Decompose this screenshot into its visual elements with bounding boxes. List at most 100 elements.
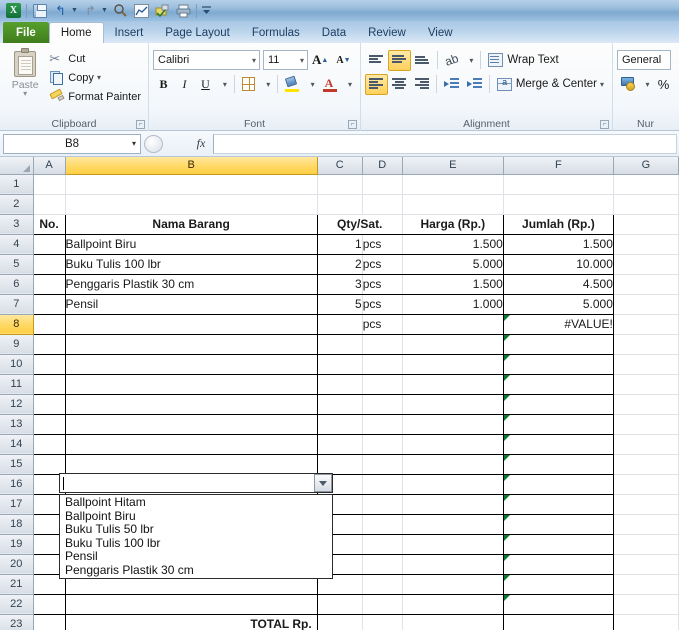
cell-a3-no-header[interactable]: No. [32, 213, 66, 235]
number-format-combo[interactable]: General [617, 50, 671, 70]
select-all-corner[interactable] [0, 157, 34, 175]
cell-c23[interactable] [317, 613, 363, 630]
tab-page-layout[interactable]: Page Layout [154, 22, 241, 43]
dropdown-option[interactable]: Buku Tulis 50 lbr [60, 522, 332, 537]
cell-b4[interactable]: Ballpoint Biru [65, 234, 318, 255]
column-header-g[interactable]: G [613, 157, 679, 175]
tab-data[interactable]: Data [311, 22, 357, 43]
tab-insert[interactable]: Insert [104, 22, 155, 43]
row-header-5[interactable]: 5 [0, 254, 34, 275]
orientation-button[interactable]: ab [441, 50, 462, 71]
cell-g8[interactable] [613, 314, 679, 335]
cell-g10[interactable] [613, 354, 679, 375]
align-center-button[interactable] [388, 74, 411, 95]
row-header-11[interactable]: 11 [0, 374, 34, 395]
cell-f22[interactable] [503, 594, 614, 615]
merge-center-button[interactable]: Merge & Center ▾ [493, 74, 608, 95]
cell-c22[interactable] [317, 594, 363, 615]
font-size-combo[interactable]: 11 ▾ [263, 50, 308, 70]
cell-e22[interactable] [401, 594, 504, 615]
orientation-dropdown[interactable]: ▾ [462, 50, 477, 71]
cell-d9[interactable] [362, 334, 403, 355]
cell-g18[interactable] [613, 514, 679, 535]
row-header-15[interactable]: 15 [0, 454, 34, 475]
cell-e17[interactable] [401, 494, 504, 515]
cancel-entry-button[interactable] [143, 134, 163, 153]
cell-e23[interactable] [401, 613, 504, 630]
cell-c13[interactable] [317, 414, 363, 435]
dropdown-option[interactable]: Pensil [60, 549, 332, 564]
cell-b7[interactable]: Pensil [65, 294, 318, 315]
row-header-22[interactable]: 22 [0, 594, 34, 615]
cell-f2[interactable] [503, 194, 614, 215]
italic-button[interactable]: I [174, 74, 195, 95]
column-header-c[interactable]: C [317, 157, 363, 175]
percent-style-button[interactable]: % [653, 74, 674, 95]
active-cell-editor[interactable] [59, 473, 333, 493]
cell-f12[interactable] [503, 394, 614, 415]
cell-cd3-qty-header[interactable]: Qty/Sat. [317, 213, 403, 235]
format-painter-button[interactable]: Format Painter [46, 87, 144, 106]
borders-button[interactable] [238, 74, 260, 95]
print-preview-icon[interactable] [110, 1, 131, 20]
cell-a23[interactable] [32, 613, 66, 630]
cell-a4[interactable] [32, 234, 66, 255]
enter-entry-button[interactable] [168, 135, 187, 153]
row-header-7[interactable]: 7 [0, 294, 34, 315]
cell-a10[interactable] [32, 354, 66, 375]
save-icon[interactable] [29, 1, 50, 20]
cell-b5[interactable]: Buku Tulis 100 lbr [65, 254, 318, 275]
cell-e8[interactable] [401, 314, 504, 335]
row-header-13[interactable]: 13 [0, 414, 34, 435]
cell-f14[interactable] [503, 434, 614, 455]
undo-icon[interactable]: ↰ [50, 1, 71, 20]
cell-g2[interactable] [613, 194, 679, 215]
cell-g21[interactable] [613, 574, 679, 595]
row-header-14[interactable]: 14 [0, 434, 34, 455]
cell-g7[interactable] [613, 294, 679, 315]
cell-e10[interactable] [401, 354, 504, 375]
row-header-3[interactable]: 3 [0, 214, 34, 235]
cell-e12[interactable] [401, 394, 504, 415]
cell-g9[interactable] [613, 334, 679, 355]
cell-f20[interactable] [503, 554, 614, 575]
cell-b13[interactable] [65, 414, 318, 435]
cell-f8[interactable]: #VALUE! [503, 314, 614, 335]
cell-e18[interactable] [401, 514, 504, 535]
redo-icon[interactable]: ↱ [80, 1, 101, 20]
cell-a1[interactable] [33, 174, 66, 195]
cell-d14[interactable] [362, 434, 403, 455]
cell-g20[interactable] [613, 554, 679, 575]
cell-f21[interactable] [503, 574, 614, 595]
cell-a13[interactable] [32, 414, 66, 435]
cell-f11[interactable] [503, 374, 614, 395]
cell-f4[interactable]: 1.500 [503, 234, 614, 255]
cell-b12[interactable] [65, 394, 318, 415]
cell-d22[interactable] [362, 594, 403, 615]
cell-g14[interactable] [613, 434, 679, 455]
chevron-down-icon[interactable]: ▾ [600, 80, 604, 89]
row-header-10[interactable]: 10 [0, 354, 34, 375]
cell-a5[interactable] [32, 254, 66, 275]
column-header-b[interactable]: B [65, 157, 318, 175]
cell-b14[interactable] [65, 434, 318, 455]
dropdown-option[interactable]: Penggaris Plastik 30 cm [60, 563, 332, 578]
bold-button[interactable]: B [153, 74, 174, 95]
cell-d1[interactable] [362, 174, 403, 195]
cell-d13[interactable] [362, 414, 403, 435]
cell-g6[interactable] [613, 274, 679, 295]
cell-d18[interactable] [362, 514, 403, 535]
cell-g1[interactable] [613, 174, 679, 195]
cell-f16[interactable] [503, 474, 614, 495]
cell-e15[interactable] [401, 454, 504, 475]
cell-e7[interactable]: 1.000 [401, 294, 504, 315]
column-header-d[interactable]: D [362, 157, 403, 175]
cell-c4[interactable]: 1 [317, 234, 363, 255]
cell-g16[interactable] [613, 474, 679, 495]
cell-a7[interactable] [32, 294, 66, 315]
increase-indent-button[interactable] [463, 74, 486, 95]
spelling-icon[interactable] [152, 1, 173, 20]
cell-c12[interactable] [317, 394, 363, 415]
cell-b3-nama-header[interactable]: Nama Barang [65, 213, 318, 235]
align-left-button[interactable] [365, 73, 388, 95]
